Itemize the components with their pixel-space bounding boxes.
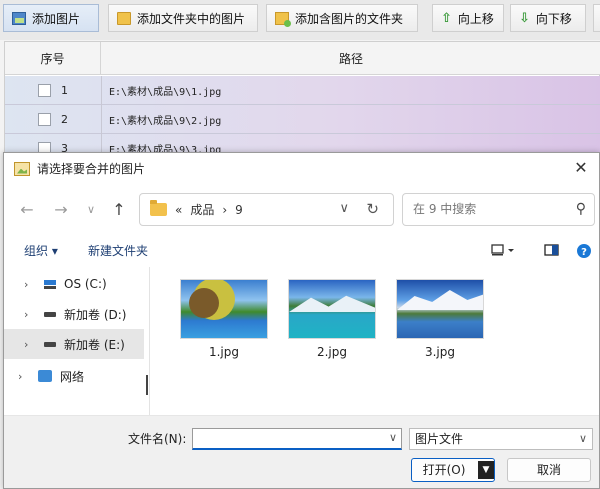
drive-icon bbox=[44, 341, 56, 347]
row-checkbox[interactable] bbox=[38, 113, 51, 126]
chevron-right-icon[interactable]: › bbox=[24, 308, 36, 321]
nav-item-network[interactable]: › 网络 bbox=[4, 361, 144, 391]
preview-pane-icon[interactable] bbox=[544, 243, 560, 257]
row-checkbox[interactable] bbox=[38, 84, 51, 97]
drive-icon bbox=[44, 311, 56, 317]
arrow-up-icon: ⇧ bbox=[441, 10, 452, 26]
forward-icon[interactable]: → bbox=[50, 199, 72, 221]
table-row[interactable]: 1 E:\素材\成品\9\1.jpg bbox=[5, 76, 600, 105]
nav-label: OS (C:) bbox=[64, 277, 107, 291]
filename-input[interactable] bbox=[196, 429, 376, 447]
search-box[interactable]: 在 9 中搜索 ⚲ bbox=[402, 193, 595, 226]
image-thumbnail bbox=[396, 279, 484, 339]
folder-add-icon bbox=[275, 11, 291, 27]
nav-label: 新加卷 (D:) bbox=[64, 307, 127, 322]
column-divider bbox=[101, 76, 102, 105]
header-index: 序号 bbox=[5, 42, 101, 75]
add-folder-images-label: 添加文件夹中的图片 bbox=[137, 11, 246, 26]
dialog-title: 请选择要合并的图片 bbox=[37, 162, 146, 176]
chevron-right-icon[interactable]: › bbox=[24, 338, 36, 351]
open-file-dialog: 请选择要合并的图片 ✕ ← → ∨ ↑ « 成品 › 9 ∨ ↻ 在 9 中搜索… bbox=[3, 152, 600, 489]
nav-item-c-drive[interactable]: › OS (C:) bbox=[4, 269, 144, 299]
file-name: 1.jpg bbox=[208, 345, 240, 359]
organize-menu[interactable]: 组织 ▾ bbox=[24, 233, 58, 269]
image-list-table: 序号 路径 1 E:\素材\成品\9\1.jpg 2 E:\素材\成品\9\2.… bbox=[4, 41, 600, 163]
add-folder-images-button[interactable]: 添加文件夹中的图片 bbox=[108, 4, 258, 32]
cancel-button[interactable]: 取消 bbox=[507, 458, 591, 482]
header-path: 路径 bbox=[338, 52, 363, 66]
dialog-titlebar: 请选择要合并的图片 ✕ bbox=[4, 153, 599, 184]
image-icon bbox=[12, 11, 26, 25]
row-number: 2 bbox=[61, 113, 68, 126]
refresh-icon[interactable]: ↻ bbox=[366, 200, 379, 218]
image-thumbnail bbox=[180, 279, 268, 339]
image-thumbnail bbox=[288, 279, 376, 339]
file-name: 2.jpg bbox=[316, 345, 348, 359]
chevron-right-icon[interactable]: › bbox=[18, 370, 30, 383]
move-down-label: 向下移 bbox=[535, 11, 572, 26]
os-drive-icon bbox=[44, 279, 56, 289]
add-image-button[interactable]: 添加图片 bbox=[3, 4, 99, 32]
table-row[interactable]: 2 E:\素材\成品\9\2.jpg bbox=[5, 105, 600, 134]
column-divider bbox=[101, 105, 102, 134]
filename-field[interactable]: ∨ bbox=[192, 428, 402, 450]
open-dropdown-icon[interactable]: ▼ bbox=[478, 461, 494, 479]
back-icon[interactable]: ← bbox=[16, 199, 38, 221]
network-icon bbox=[38, 370, 52, 382]
file-item[interactable]: 2.jpg bbox=[286, 275, 378, 359]
toolbar: 添加图片 添加文件夹中的图片 添加含图片的文件夹 ⇧ 向上移 ⇩ 向下移 bbox=[0, 0, 600, 40]
new-folder-button[interactable]: 新建文件夹 bbox=[88, 233, 148, 269]
add-folders-with-images-button[interactable]: 添加含图片的文件夹 bbox=[266, 4, 418, 32]
row-path: E:\素材\成品\9\2.jpg bbox=[109, 116, 222, 127]
more-toolbar-button[interactable] bbox=[593, 4, 600, 32]
move-down-button[interactable]: ⇩ 向下移 bbox=[510, 4, 586, 32]
file-item[interactable]: 1.jpg bbox=[178, 275, 270, 359]
chevron-down-icon[interactable]: ∨ bbox=[389, 431, 397, 444]
add-folders-with-images-label: 添加含图片的文件夹 bbox=[295, 11, 404, 26]
folder-icon bbox=[150, 200, 167, 216]
help-icon[interactable]: ? bbox=[576, 243, 592, 258]
command-bar: 组织 ▾ 新建文件夹 ? bbox=[4, 233, 599, 269]
navigation-bar: ← → ∨ ↑ « 成品 › 9 ∨ ↻ 在 9 中搜索 ⚲ bbox=[4, 189, 599, 229]
search-placeholder: 在 9 中搜索 bbox=[413, 202, 477, 216]
chevron-right-icon[interactable]: › bbox=[24, 278, 36, 291]
search-icon[interactable]: ⚲ bbox=[576, 194, 586, 225]
close-icon[interactable]: ✕ bbox=[571, 158, 591, 178]
add-image-label: 添加图片 bbox=[32, 11, 81, 26]
move-up-label: 向上移 bbox=[457, 11, 494, 26]
breadcrumb-9[interactable]: 9 bbox=[235, 203, 243, 217]
nav-item-d-drive[interactable]: › 新加卷 (D:) bbox=[4, 299, 144, 329]
move-up-button[interactable]: ⇧ 向上移 bbox=[432, 4, 504, 32]
up-icon[interactable]: ↑ bbox=[108, 199, 130, 221]
dialog-footer: 文件名(N): ∨ 图片文件 ∨ 打开(O) ▼ 取消 bbox=[4, 415, 599, 488]
svg-text:?: ? bbox=[581, 247, 587, 258]
file-type-select[interactable]: 图片文件 ∨ bbox=[409, 428, 593, 450]
table-header: 序号 路径 bbox=[5, 42, 600, 75]
file-type-value: 图片文件 bbox=[415, 432, 464, 446]
nav-label: 网络 bbox=[60, 369, 85, 384]
recent-locations-icon[interactable]: ∨ bbox=[80, 199, 102, 221]
nav-label: 新加卷 (E:) bbox=[64, 337, 125, 352]
picture-icon bbox=[14, 161, 30, 176]
file-list: 1.jpg 2.jpg 3.jpg bbox=[164, 269, 594, 409]
open-label: 打开(O) bbox=[422, 463, 466, 477]
chevron-down-icon[interactable]: ∨ bbox=[339, 201, 349, 216]
arrow-down-icon: ⇩ bbox=[519, 10, 530, 26]
file-name: 3.jpg bbox=[424, 345, 456, 359]
row-path: E:\素材\成品\9\1.jpg bbox=[109, 87, 222, 98]
chevron-down-icon[interactable]: ∨ bbox=[579, 429, 587, 449]
breadcrumb-chengpin[interactable]: 成品 bbox=[190, 201, 214, 218]
nav-item-e-drive[interactable]: › 新加卷 (E:) bbox=[4, 329, 144, 359]
navigation-pane: › OS (C:) › 新加卷 (D:) › 新加卷 (E:) › 网络 bbox=[4, 267, 150, 415]
folder-icon bbox=[117, 11, 131, 25]
nav-scrollbar[interactable] bbox=[146, 375, 148, 395]
address-overflow[interactable]: « bbox=[175, 203, 182, 217]
filename-label: 文件名(N): bbox=[128, 432, 187, 446]
file-item[interactable]: 3.jpg bbox=[394, 275, 486, 359]
view-mode-icon[interactable] bbox=[491, 243, 514, 257]
address-bar[interactable]: « 成品 › 9 ∨ ↻ bbox=[139, 193, 394, 226]
open-button[interactable]: 打开(O) ▼ bbox=[411, 458, 495, 482]
row-number: 1 bbox=[61, 84, 68, 97]
breadcrumb-separator[interactable]: › bbox=[222, 203, 227, 217]
